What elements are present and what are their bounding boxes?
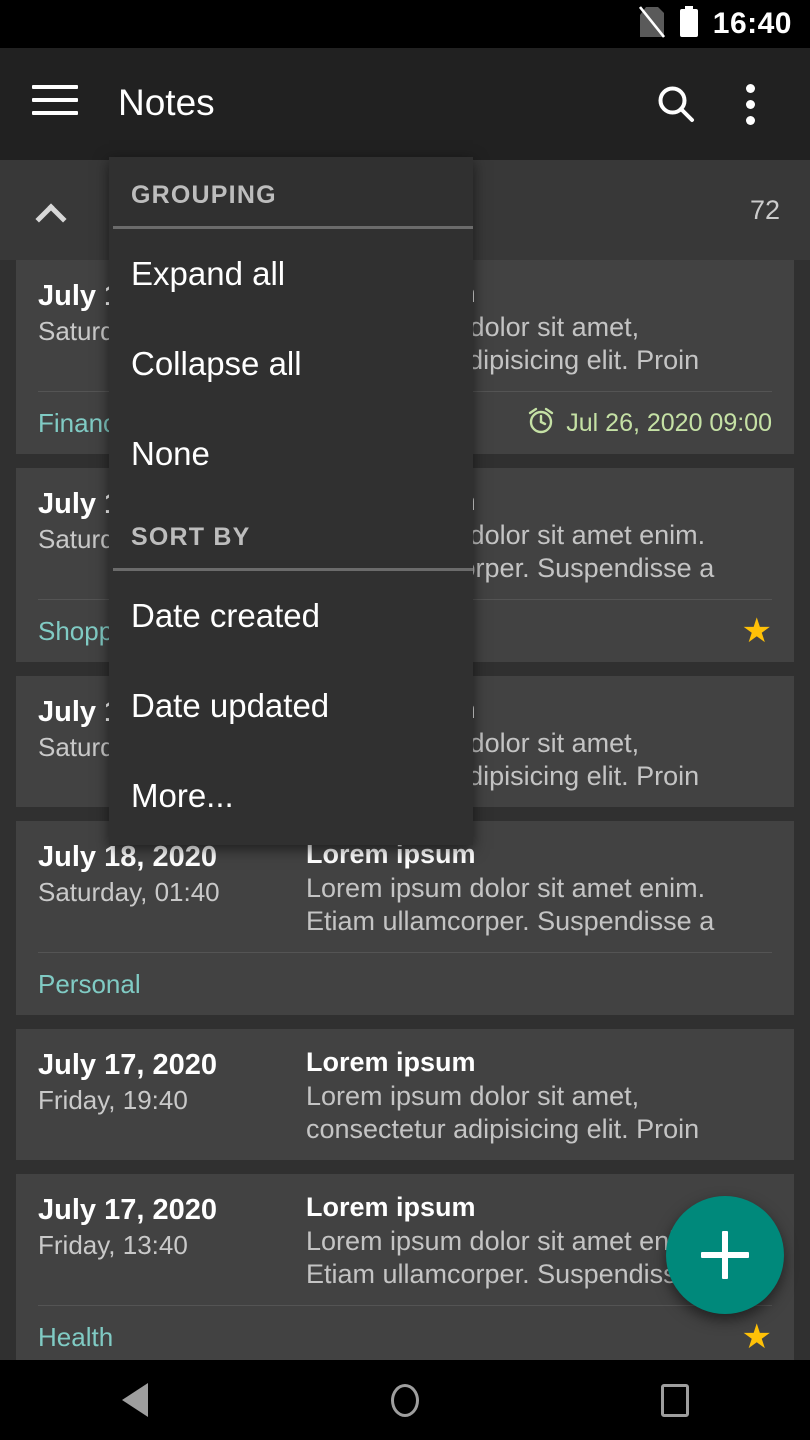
hamburger-menu-icon[interactable] [32,82,78,118]
grouping-sort-dropdown-menu[interactable]: GROUPINGExpand allCollapse allNoneSORT B… [109,157,473,845]
menu-section-label: GROUPING [109,157,473,226]
note-preview: Lorem ipsum dolor sit amet enim. Etiam u… [306,872,772,938]
note-reminder-text: Jul 26, 2020 09:00 [566,409,772,438]
note-datetime: July 17, 2020Friday, 19:40 [38,1045,306,1117]
note-card-main: July 18, 2020Saturday, 01:40Lorem ipsumL… [38,837,772,952]
add-note-fab[interactable] [666,1196,784,1314]
chevron-up-icon[interactable] [36,200,70,220]
note-weekday-time: Friday, 19:40 [38,1083,306,1117]
menu-item-date-created[interactable]: Date created [109,571,473,661]
note-tag[interactable]: Personal [38,969,141,1000]
recents-nav-icon[interactable] [615,1360,735,1440]
note-card[interactable]: July 17, 2020Friday, 19:40Lorem ipsumLor… [16,1029,794,1160]
note-footer-right: ★ [742,1320,772,1354]
search-icon[interactable] [644,72,708,136]
plus-icon [701,1231,749,1279]
alarm-clock-icon [526,405,556,442]
note-card-body: Lorem ipsumLorem ipsum dolor sit amet, c… [306,1045,772,1146]
note-card-main: July 17, 2020Friday, 19:40Lorem ipsumLor… [38,1045,772,1160]
note-tag[interactable]: Health [38,1322,113,1353]
note-footer-right: Jul 26, 2020 09:00 [526,405,772,442]
android-nav-bar [0,1360,810,1440]
note-card-footer: Health ★ [38,1305,772,1360]
battery-full-icon [679,6,699,43]
status-bar-clock: 16:40 [713,9,792,39]
menu-item-more[interactable]: More... [109,751,473,841]
star-icon[interactable]: ★ [742,1320,772,1354]
app-bar: Notes [0,48,810,160]
menu-item-expand-all[interactable]: Expand all [109,229,473,319]
note-datetime: July 17, 2020Friday, 13:40 [38,1190,306,1262]
note-reminder: Jul 26, 2020 09:00 [526,405,772,442]
note-card-main: July 17, 2020Friday, 13:40Lorem ipsumLor… [38,1190,772,1305]
menu-section-label: SORT BY [109,499,473,568]
no-sim-icon [639,6,665,43]
note-card-footer: Personal [38,952,772,1015]
note-weekday-time: Friday, 13:40 [38,1228,306,1262]
note-title: Lorem ipsum [306,1045,772,1080]
note-date: July 17, 2020 [38,1192,306,1228]
page-title[interactable]: Notes [118,78,215,128]
home-nav-icon[interactable] [345,1360,465,1440]
note-card[interactable]: July 18, 2020Saturday, 01:40Lorem ipsumL… [16,821,794,1015]
menu-item-none[interactable]: None [109,409,473,499]
group-count-badge: 72 [750,195,780,226]
app-bar-actions [644,48,810,160]
note-footer-right: ★ [742,614,772,648]
note-preview: Lorem ipsum dolor sit amet, consectetur … [306,1080,772,1146]
note-weekday-time: Saturday, 01:40 [38,875,306,909]
status-bar: 16:40 [0,0,810,48]
menu-item-collapse-all[interactable]: Collapse all [109,319,473,409]
back-nav-icon[interactable] [75,1360,195,1440]
star-icon[interactable]: ★ [742,614,772,648]
overflow-menu-icon[interactable] [718,72,782,136]
status-bar-icons [639,6,699,43]
note-card-body: Lorem ipsumLorem ipsum dolor sit amet en… [306,837,772,938]
menu-item-date-updated[interactable]: Date updated [109,661,473,751]
note-date: July 17, 2020 [38,1047,306,1083]
note-datetime: July 18, 2020Saturday, 01:40 [38,837,306,909]
device-screen: 16:40 Notes 72 July 18, 2020Saturday, 09… [0,0,810,1440]
